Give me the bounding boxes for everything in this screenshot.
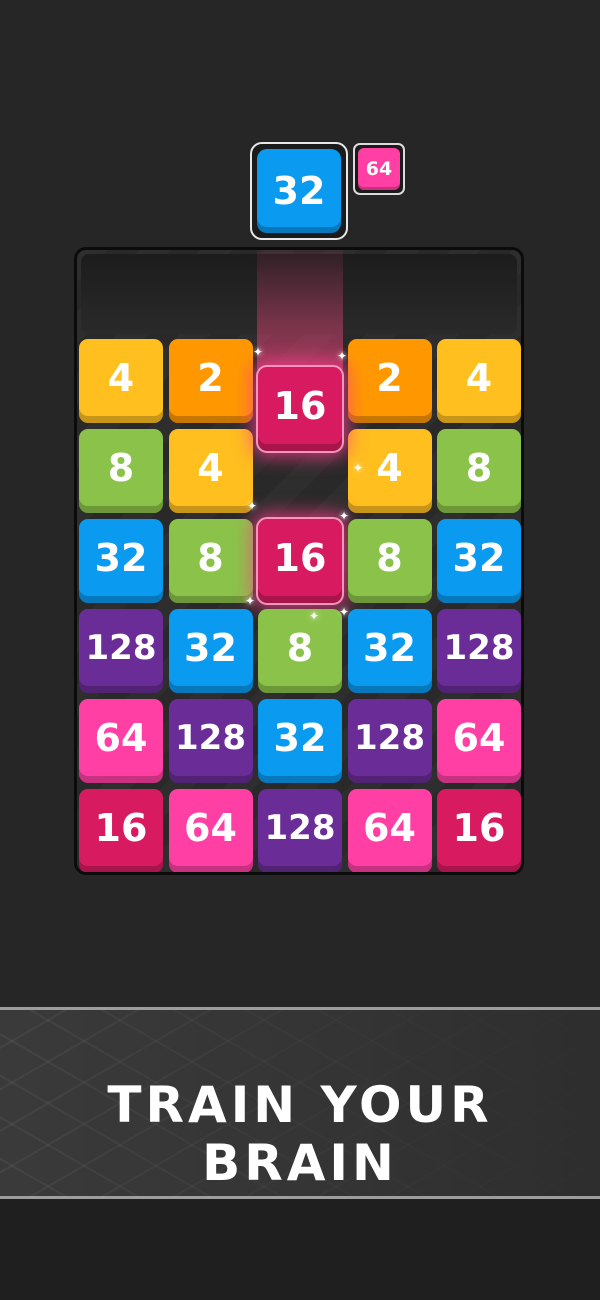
- tile-value: 4: [197, 446, 224, 490]
- merge-tile-highlighted: 16: [256, 517, 344, 605]
- sparkle-icon: ✦: [337, 349, 348, 363]
- current-tile[interactable]: 32: [257, 149, 341, 233]
- tile-value: 128: [354, 718, 425, 758]
- sparkle-icon: ✦: [353, 461, 364, 475]
- board-tile: 32: [437, 519, 521, 603]
- board-tile: 16: [79, 789, 163, 872]
- board-tile: 8: [258, 609, 342, 693]
- game-board[interactable]: 4 2 2 4 8 4 4 8 32 8 16 8 32 128 32 8 32 128 64 128 32 128 64 1…: [74, 247, 524, 875]
- board-tile: 32: [347, 609, 432, 693]
- tile-value: 8: [286, 626, 314, 670]
- tile-value: 64: [184, 806, 237, 850]
- tile-value: 16: [273, 536, 327, 580]
- board-tile: 32: [79, 519, 163, 603]
- sparkle-icon: ✦: [247, 499, 258, 513]
- tile-value: 32: [94, 536, 148, 580]
- board-tile: 8: [168, 519, 253, 603]
- board-tile: 4: [168, 429, 253, 513]
- board-tile: 2: [347, 339, 432, 423]
- tile-value: 8: [465, 446, 493, 490]
- tile-value: 64: [363, 806, 416, 850]
- tile-value: 2: [197, 356, 224, 400]
- banner-title: TRAIN YOUR BRAIN: [107, 1076, 493, 1192]
- board-tile: 128: [347, 699, 432, 783]
- dropping-tile: 16: [256, 365, 344, 453]
- tile-value: 8: [376, 536, 403, 580]
- board-tile: 16: [437, 789, 521, 872]
- board-tile: 8: [79, 429, 163, 513]
- tile-value: 128: [264, 808, 336, 848]
- tile-value: 32: [184, 626, 237, 670]
- tile-value: 32: [273, 716, 327, 760]
- tile-value: 32: [363, 626, 416, 670]
- tile-value: 2: [376, 356, 403, 400]
- next-tile: 64: [358, 148, 400, 190]
- sparkle-icon: ✦: [253, 345, 264, 359]
- sparkle-icon: ✦: [245, 594, 256, 608]
- board-tile: 128: [168, 699, 253, 783]
- sparkle-icon: ✦: [339, 509, 350, 523]
- board-tile: 64: [168, 789, 253, 872]
- board-tile: 64: [79, 699, 163, 783]
- current-tile-frame: 32: [250, 142, 348, 240]
- tile-value: 8: [197, 536, 224, 580]
- board-tile: 4: [437, 339, 521, 423]
- bottom-strip: [0, 1199, 600, 1300]
- drop-column-highlight: [257, 250, 343, 370]
- tile-value: 64: [452, 716, 506, 760]
- board-tile: 32: [168, 609, 253, 693]
- board-tile: 128: [437, 609, 521, 693]
- promo-banner: TRAIN YOUR BRAIN: [0, 1007, 600, 1199]
- tile-value: 128: [175, 718, 246, 758]
- board-tile: 8: [437, 429, 521, 513]
- board-tile: 4: [79, 339, 163, 423]
- board-tile: 64: [347, 789, 432, 872]
- current-tile-value: 32: [272, 169, 326, 213]
- board-tile: 2: [168, 339, 253, 423]
- sparkle-icon: ✦: [339, 605, 350, 619]
- board-tile: 128: [79, 609, 163, 693]
- tile-value: 128: [443, 628, 515, 668]
- tile-value: 128: [85, 628, 157, 668]
- dropping-tile-value: 16: [273, 384, 327, 428]
- tile-value: 32: [452, 536, 506, 580]
- board-tile: 64: [437, 699, 521, 783]
- board-tile: 8: [347, 519, 432, 603]
- tile-value: 16: [452, 806, 506, 850]
- next-tile-frame: 64: [353, 143, 405, 195]
- tile-value: 8: [107, 446, 135, 490]
- tile-value: 4: [465, 356, 493, 400]
- board-tile: 32: [258, 699, 342, 783]
- tile-value: 16: [94, 806, 148, 850]
- tile-value: 4: [376, 446, 403, 490]
- game-screen: 32 64 4 2 2 4 8 4 4 8 32 8 16 8 32 128 32 8 32 128 64 128 32…: [0, 0, 600, 1300]
- next-tile-value: 64: [365, 158, 393, 180]
- tile-value: 64: [94, 716, 148, 760]
- sparkle-icon: ✦: [309, 609, 320, 623]
- tile-value: 4: [107, 356, 135, 400]
- board-tile: 128: [258, 789, 342, 872]
